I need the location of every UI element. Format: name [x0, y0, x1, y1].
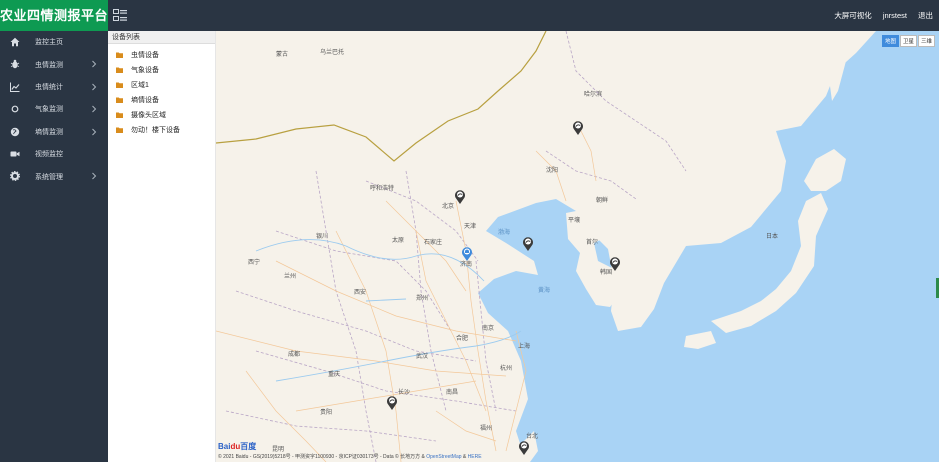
- device-marker-icon[interactable]: [518, 440, 530, 455]
- map-type-3d-button[interactable]: 三维: [917, 35, 935, 47]
- device-marker-icon[interactable]: [609, 256, 621, 271]
- top-bar: 农业四情测报平台 大屏可视化 jnrstest 退出: [0, 0, 939, 31]
- map-canvas[interactable]: 蒙古 乌兰巴托 哈尔滨 沈阳 呼和浩特 北京 天津 朝鲜 韩国 日本 太原 石家…: [216, 31, 939, 462]
- baidu-logo: Baidu百度: [218, 442, 257, 451]
- tree-item-pest-devices[interactable]: 虫情设备: [108, 47, 215, 62]
- map-label: 成都: [288, 352, 301, 358]
- chevron-right-icon: [92, 128, 97, 135]
- device-list-title: 设备列表: [108, 31, 215, 44]
- sidebar-item-home[interactable]: 监控主页: [0, 31, 108, 53]
- platform-title: 农业四情测报平台: [0, 0, 108, 31]
- map-label: 北京: [442, 204, 455, 210]
- tree-item-camera-region[interactable]: 摄像头区域: [108, 107, 215, 122]
- map-label: 朝鲜: [596, 198, 609, 204]
- device-list-panel: 设备列表 虫情设备 气象设备 区域1 墒情设备 摄像头区域 勿动！楼下设备: [108, 31, 216, 462]
- device-marker-icon[interactable]: [454, 189, 466, 204]
- map-label: 台北: [526, 434, 539, 440]
- sidebar-nav: 监控主页 虫情监测 虫情统计 气象监测 墒情监测 视频监控 系统管理: [0, 31, 108, 462]
- map-label: 西安: [354, 290, 367, 296]
- map-label: 天津: [464, 224, 477, 230]
- map-label: 哈尔滨: [584, 92, 603, 98]
- map-label: 西宁: [248, 260, 261, 266]
- sea-label: 黄海: [538, 288, 551, 294]
- folder-icon: [116, 97, 123, 103]
- tree-item-downstairs-devices[interactable]: 勿动！楼下设备: [108, 122, 215, 137]
- tree-item-weather-devices[interactable]: 气象设备: [108, 62, 215, 77]
- map-label: 太原: [392, 238, 405, 244]
- sidebar-item-video-monitor[interactable]: 视频监控: [0, 143, 108, 165]
- map-label: 重庆: [328, 372, 341, 378]
- sidebar-item-soil-monitor[interactable]: 墒情监测: [0, 121, 108, 143]
- map-type-satellite-button[interactable]: 卫星: [899, 35, 917, 47]
- map-label: 武汉: [416, 354, 429, 360]
- map-label: 贵阳: [320, 410, 333, 416]
- logout-link[interactable]: 退出: [918, 10, 933, 21]
- map-label: 首尔: [586, 240, 599, 246]
- map-type-normal-button[interactable]: 地图: [881, 35, 899, 47]
- map-label: 福州: [480, 426, 493, 432]
- map-label: 长沙: [398, 390, 411, 396]
- line-chart-icon: [10, 82, 20, 92]
- sidebar-item-pest-stats[interactable]: 虫情统计: [0, 76, 108, 98]
- folder-icon: [116, 52, 123, 58]
- sea-label: 渤海: [498, 230, 511, 236]
- chevron-right-icon: [92, 172, 97, 180]
- here-link[interactable]: HERE: [468, 454, 482, 460]
- username-link[interactable]: jnrstest: [883, 11, 907, 20]
- header-links: 大屏可视化 jnrstest 退出: [834, 0, 933, 31]
- home-icon: [10, 37, 20, 47]
- chevron-right-icon: [92, 61, 97, 68]
- map-label: 上海: [518, 344, 531, 350]
- map-label: 杭州: [500, 366, 513, 372]
- device-marker-icon[interactable]: [522, 236, 534, 251]
- globe-icon: [10, 127, 20, 136]
- folder-icon: [116, 67, 123, 73]
- sidebar-item-weather-monitor[interactable]: 气象监测: [0, 98, 108, 120]
- map-label: 郑州: [416, 296, 429, 302]
- map-label: 银川: [316, 234, 329, 240]
- map-label: 呼和浩特: [370, 186, 395, 192]
- map-label: 南京: [482, 326, 495, 332]
- map-label: 平壤: [568, 218, 581, 224]
- sidebar-item-pest-monitor[interactable]: 虫情监测: [0, 53, 108, 75]
- map-label: 乌兰巴托: [320, 50, 345, 56]
- map-label: 兰州: [284, 274, 297, 280]
- sun-icon: [11, 105, 19, 113]
- device-marker-selected-icon[interactable]: [461, 246, 473, 261]
- device-marker-icon[interactable]: [386, 395, 398, 410]
- map-type-switch: 地图 卫星 三维: [881, 35, 935, 47]
- map-label: 蒙古: [276, 52, 289, 58]
- map-label: 沈阳: [546, 168, 559, 174]
- map-base-layer: [216, 31, 939, 462]
- menu-toggle-icon[interactable]: [113, 9, 127, 22]
- chevron-right-icon: [92, 105, 97, 113]
- osm-link[interactable]: OpenStreetMap: [426, 454, 461, 460]
- map-label: 昆明: [272, 447, 285, 453]
- chevron-right-icon: [92, 83, 97, 91]
- map-label: 日本: [766, 234, 779, 240]
- map-label: 石家庄: [424, 240, 443, 246]
- folder-icon: [116, 112, 123, 118]
- map-label: 南昌: [446, 390, 459, 396]
- gear-icon: [10, 171, 20, 182]
- map-label: 合肥: [456, 336, 469, 342]
- tree-item-region-1[interactable]: 区域1: [108, 77, 215, 92]
- big-screen-link[interactable]: 大屏可视化: [834, 10, 872, 21]
- video-camera-icon: [10, 151, 20, 157]
- bug-icon: [10, 60, 20, 69]
- folder-icon: [116, 82, 123, 88]
- map-copyright: © 2021 Baidu - GS(2019)5218号 - 甲测资字11009…: [218, 454, 482, 460]
- tree-item-soil-devices[interactable]: 墒情设备: [108, 92, 215, 107]
- folder-icon: [116, 127, 123, 133]
- device-marker-icon[interactable]: [572, 120, 584, 135]
- sidebar-item-system-admin[interactable]: 系统管理: [0, 165, 108, 187]
